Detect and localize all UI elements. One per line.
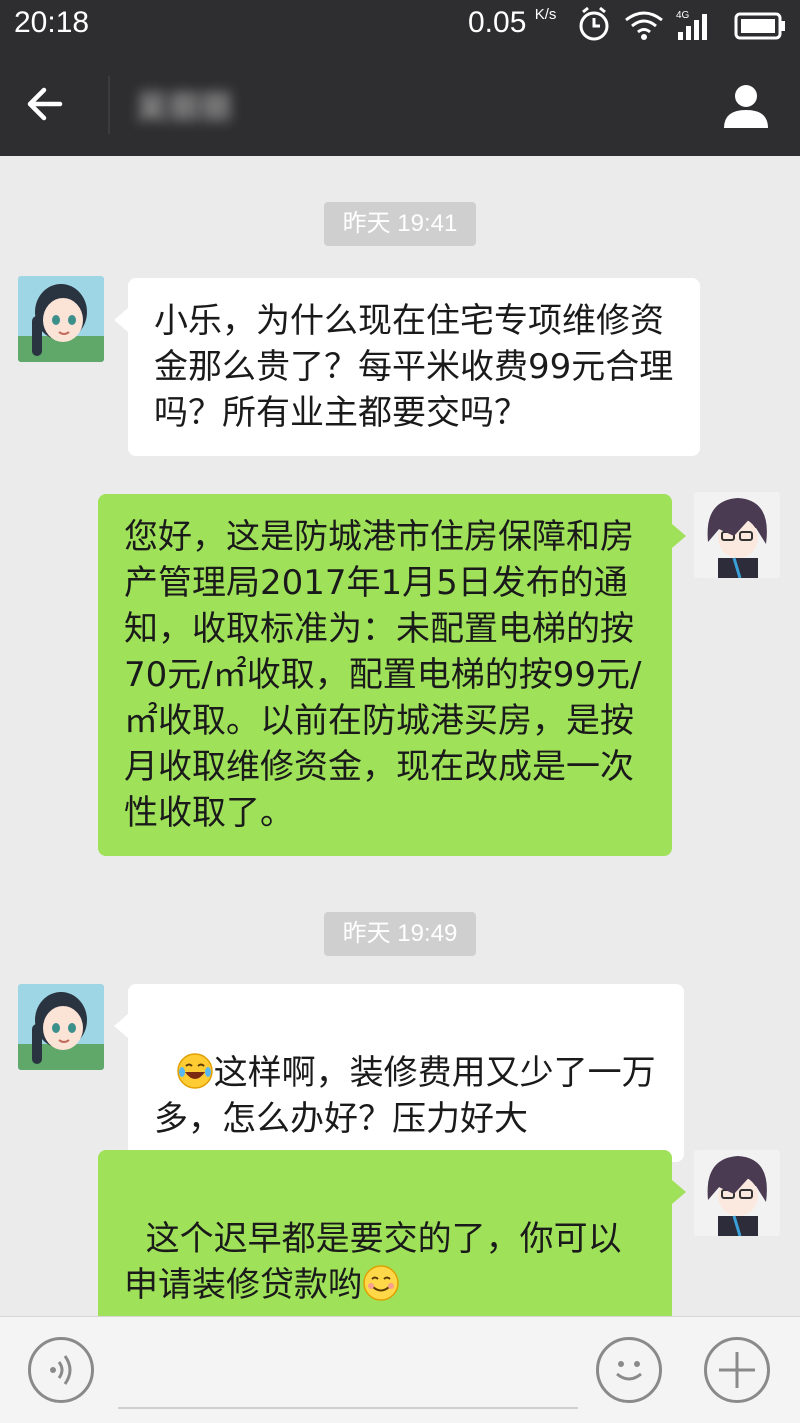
battery-icon — [734, 12, 785, 40]
back-arrow-icon[interactable] — [20, 78, 72, 130]
network-speed: 0.05 K/s — [468, 6, 557, 39]
message-input[interactable] — [118, 1335, 578, 1409]
status-icons: 4G — [579, 6, 785, 41]
emoji-button[interactable] — [596, 1337, 662, 1403]
emoji-icon — [616, 1361, 642, 1381]
profile-icon[interactable] — [718, 78, 774, 134]
incoming-message: 小乐，为什么现在住宅专项维修资金那么贵了？每平米收费99元合理吗？所有业主都要交… — [114, 278, 700, 456]
outgoing-message: 这个迟早都是要交的了，你可以申请装修贷款哟 — [98, 1150, 686, 1328]
my-avatar[interactable] — [694, 492, 780, 578]
alarm-icon — [579, 6, 609, 41]
status-bar: 20:18 0.05 K/s 4G — [0, 0, 800, 50]
contact-avatar[interactable] — [18, 984, 104, 1070]
wifi-icon — [625, 11, 663, 40]
timestamp: 昨天 19:41 — [324, 202, 476, 246]
title-divider — [108, 76, 110, 134]
voice-button[interactable] — [28, 1337, 94, 1403]
my-avatar[interactable] — [694, 1150, 780, 1236]
contact-avatar[interactable] — [18, 276, 104, 362]
plus-icon — [719, 1352, 755, 1388]
network-type: 4G — [676, 10, 690, 21]
more-button[interactable] — [704, 1337, 770, 1403]
smile-emoji — [363, 1265, 399, 1301]
incoming-message: 这样啊，装修费用又少了一万多，怎么办好？压力好大 — [114, 984, 684, 1162]
laughing-tears-emoji — [176, 1053, 213, 1089]
status-time: 20:18 — [14, 6, 90, 39]
outgoing-message: 您好，这是防城港市住房保障和房产管理局2017年1月5日发布的通知，收取标准为：… — [98, 494, 686, 856]
chat-header: 吴丽丽 — [0, 50, 800, 156]
voice-icon — [50, 1355, 72, 1385]
timestamp: 昨天 19:49 — [324, 912, 476, 956]
input-bar — [0, 1316, 800, 1423]
message-text: 这样啊，装修费用又少了一万多，怎么办好？压力好大 — [154, 1053, 656, 1139]
contact-name: 吴丽丽 — [136, 88, 233, 126]
